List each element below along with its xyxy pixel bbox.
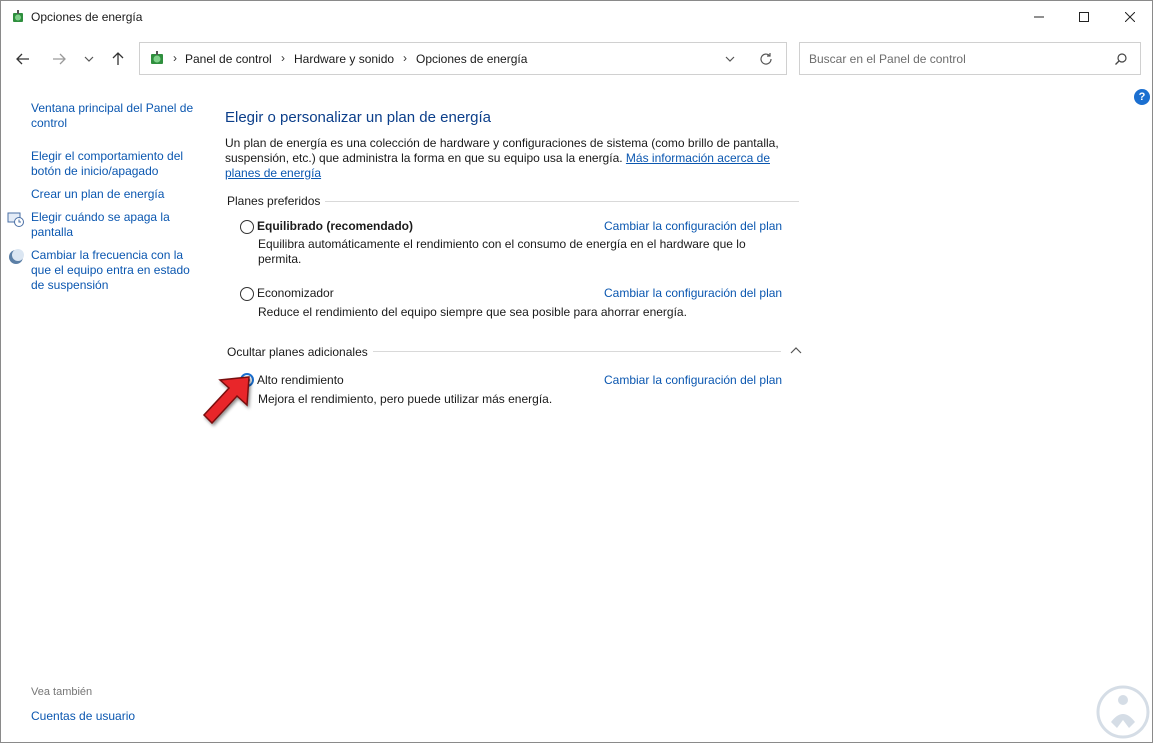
back-button[interactable] xyxy=(11,47,35,71)
sidebar-link-create-plan[interactable]: Crear un plan de energía xyxy=(31,187,201,202)
plan-desc-power-saver: Reduce el rendimiento del equipo siempre… xyxy=(258,305,687,319)
minimize-button[interactable] xyxy=(1016,1,1062,33)
address-bar[interactable]: › Panel de control › Hardware y sonido ›… xyxy=(139,42,787,75)
breadcrumb-panel-de-control[interactable]: Panel de control xyxy=(185,52,272,66)
maximize-icon xyxy=(1079,12,1089,22)
radio-power-saver[interactable] xyxy=(240,287,254,301)
control-panel-icon xyxy=(151,51,163,64)
chevron-down-icon xyxy=(84,56,94,62)
arrow-right-icon xyxy=(53,53,66,65)
window-title: Opciones de energía xyxy=(31,10,143,24)
help-button[interactable]: ? xyxy=(1134,89,1150,105)
plan-name-high-performance[interactable]: Alto rendimiento xyxy=(257,373,344,387)
see-also-heading: Vea también xyxy=(31,686,93,698)
sidebar-link-home[interactable]: Ventana principal del Panel de control xyxy=(31,101,201,131)
radio-balanced[interactable] xyxy=(240,220,254,234)
watermark-logo xyxy=(1096,685,1150,739)
chevron-up-icon[interactable] xyxy=(790,345,802,357)
red-arrow-annotation xyxy=(202,376,250,425)
breadcrumb-opciones-de-energia[interactable]: Opciones de energía xyxy=(416,52,527,66)
control-panel-window: Opciones de energía › Panel de control ›… xyxy=(0,0,1153,743)
change-plan-link-balanced[interactable]: Cambiar la configuración del plan xyxy=(604,219,782,233)
up-button[interactable] xyxy=(106,47,130,71)
search-icon[interactable] xyxy=(1114,52,1128,66)
breadcrumb-separator: › xyxy=(403,51,407,65)
title-bar: Opciones de energía xyxy=(1,1,1152,33)
close-button[interactable] xyxy=(1107,1,1153,33)
breadcrumb-separator: › xyxy=(173,51,177,65)
chevron-down-icon[interactable] xyxy=(722,51,738,67)
plan-desc-high-performance: Mejora el rendimiento, pero puede utiliz… xyxy=(258,392,553,406)
sidebar-link-display-off[interactable]: Elegir cuándo se apaga la pantalla xyxy=(31,210,201,240)
breadcrumb-hardware-y-sonido[interactable]: Hardware y sonido xyxy=(294,52,394,66)
refresh-icon[interactable] xyxy=(758,51,774,67)
search-input[interactable]: Buscar en el Panel de control xyxy=(799,42,1141,75)
recent-locations-button[interactable] xyxy=(77,47,101,71)
plan-name-power-saver[interactable]: Economizador xyxy=(257,286,334,300)
preferred-plans-heading: Planes preferidos xyxy=(227,194,321,208)
section-divider xyxy=(325,201,799,202)
maximize-button[interactable] xyxy=(1061,1,1107,33)
sidebar-link-user-accounts[interactable]: Cuentas de usuario xyxy=(31,709,135,723)
close-icon xyxy=(1125,12,1135,22)
power-options-icon xyxy=(13,10,23,22)
change-plan-link-power-saver[interactable]: Cambiar la configuración del plan xyxy=(604,286,782,300)
moon-icon xyxy=(9,249,24,264)
section-divider xyxy=(373,351,781,352)
arrow-left-icon xyxy=(16,53,29,65)
minimize-icon xyxy=(1034,16,1044,18)
page-description: Un plan de energía es una colección de h… xyxy=(225,136,805,181)
search-placeholder: Buscar en el Panel de control xyxy=(809,52,966,66)
forward-button[interactable] xyxy=(47,47,71,71)
plan-desc-balanced: Equilibra automáticamente el rendimiento… xyxy=(258,237,746,266)
page-title: Elegir o personalizar un plan de energía xyxy=(225,109,492,126)
additional-plans-heading[interactable]: Ocultar planes adicionales xyxy=(227,345,368,359)
monitor-clock-icon xyxy=(7,212,24,227)
change-plan-link-high-performance[interactable]: Cambiar la configuración del plan xyxy=(604,373,782,387)
breadcrumb-separator: › xyxy=(281,51,285,65)
plan-name-balanced[interactable]: Equilibrado (recomendado) xyxy=(257,219,413,233)
arrow-up-icon xyxy=(112,52,124,65)
sidebar-link-power-button[interactable]: Elegir el comportamiento del botón de in… xyxy=(31,149,201,179)
sidebar-link-sleep[interactable]: Cambiar la frecuencia con la que el equi… xyxy=(31,248,201,293)
